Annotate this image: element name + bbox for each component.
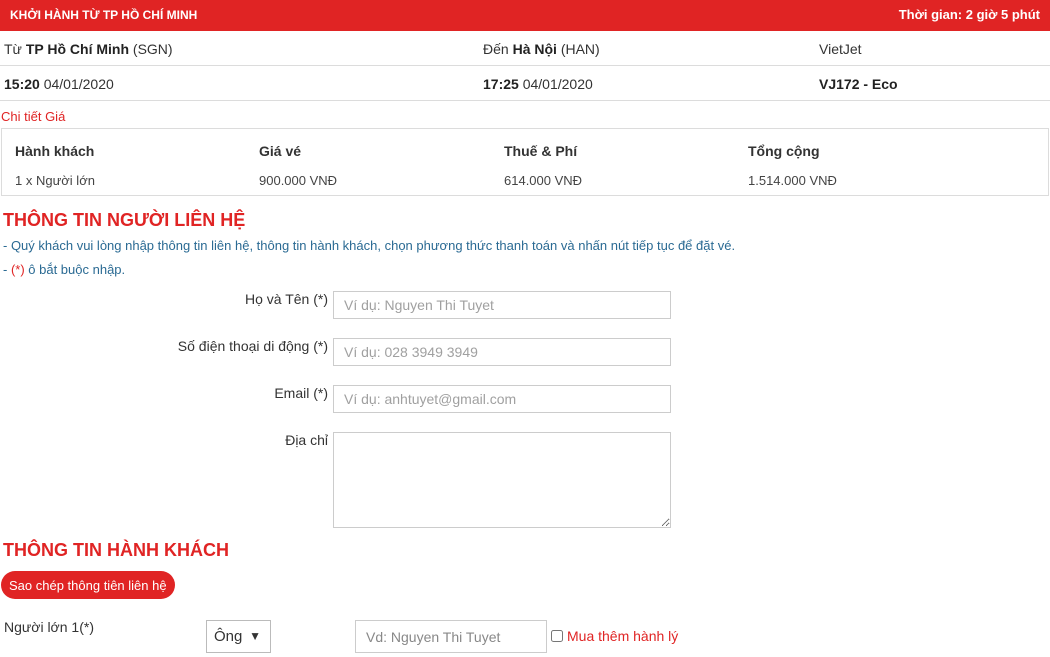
- arrive-datetime: 17:25 04/01/2020: [483, 76, 593, 92]
- extra-luggage-label: Mua thêm hành lý: [567, 628, 679, 644]
- depart-datetime: 15:20 04/01/2020: [4, 76, 114, 92]
- flight-header: KHỞI HÀNH TỪ TP HỒ CHÍ MINH Thời gian: 2…: [0, 0, 1050, 31]
- price-passenger: 1 x Người lớn: [15, 173, 95, 188]
- address-label: Địa chỉ: [285, 432, 328, 448]
- flight-header-title: KHỞI HÀNH TỪ TP HỒ CHÍ MINH: [10, 8, 198, 22]
- route-from: Từ TP Hồ Chí Minh (SGN): [4, 41, 173, 57]
- extra-luggage-checkbox[interactable]: [551, 630, 563, 642]
- contact-email-input[interactable]: [333, 385, 671, 413]
- extra-luggage-option[interactable]: Mua thêm hành lý: [551, 628, 678, 644]
- price-total: 1.514.000 VNĐ: [748, 173, 837, 188]
- caret-down-icon: ▼: [249, 629, 261, 643]
- required-note: - (*) ô bắt buộc nhập.: [3, 262, 126, 277]
- title-select-value: Ông: [214, 628, 243, 645]
- copy-contact-button[interactable]: Sao chép thông tiên liên hệ: [1, 571, 175, 599]
- name-label: Họ và Tên (*): [245, 291, 328, 307]
- to-code: (HAN): [560, 41, 600, 57]
- passenger-title-select[interactable]: Ông ▼: [206, 620, 271, 653]
- required-mark: (*): [10, 262, 25, 277]
- time-row: 15:20 04/01/2020 17:25 04/01/2020 VJ172 …: [0, 66, 1050, 101]
- email-label: Email (*): [274, 385, 328, 401]
- to-city: Hà Nội: [512, 41, 557, 57]
- depart-time: 15:20: [4, 76, 40, 92]
- price-table: Hành khách Giá vé Thuế & Phí Tổng cộng 1…: [1, 128, 1049, 196]
- route-row: Từ TP Hồ Chí Minh (SGN) Đến Hà Nội (HAN)…: [0, 31, 1050, 66]
- price-header-tax: Thuế & Phí: [504, 143, 578, 159]
- from-code: (SGN): [132, 41, 173, 57]
- price-fare: 900.000 VNĐ: [259, 173, 338, 188]
- price-header-fare: Giá vé: [259, 143, 302, 159]
- arrive-time: 17:25: [483, 76, 519, 92]
- depart-date: 04/01/2020: [43, 76, 114, 92]
- price-header-total: Tổng cộng: [748, 143, 820, 159]
- price-detail-title: Chi tiết Giá: [1, 109, 66, 124]
- route-to: Đến Hà Nội (HAN): [483, 41, 600, 57]
- airline-name: VietJet: [819, 41, 862, 57]
- adult-1-label: Người lớn 1(*): [4, 619, 94, 635]
- phone-label: Số điện thoại di động (*): [177, 338, 328, 354]
- passenger-name-input[interactable]: [355, 620, 547, 653]
- contact-phone-input[interactable]: [333, 338, 671, 366]
- contact-address-textarea[interactable]: [333, 432, 671, 528]
- contact-note: - Quý khách vui lòng nhập thông tin liên…: [3, 238, 736, 253]
- flight-code: VJ172 - Eco: [819, 76, 898, 92]
- contact-section-title: THÔNG TIN NGƯỜI LIÊN HỆ: [3, 210, 246, 230]
- price-header-passenger: Hành khách: [15, 143, 95, 159]
- arrive-date: 04/01/2020: [522, 76, 593, 92]
- contact-name-input[interactable]: [333, 291, 671, 319]
- price-tax: 614.000 VNĐ: [504, 173, 583, 188]
- flight-duration: Thời gian: 2 giờ 5 phút: [898, 7, 1040, 22]
- passenger-section-title: THÔNG TIN HÀNH KHÁCH: [3, 540, 229, 560]
- from-city: TP Hồ Chí Minh: [25, 41, 130, 57]
